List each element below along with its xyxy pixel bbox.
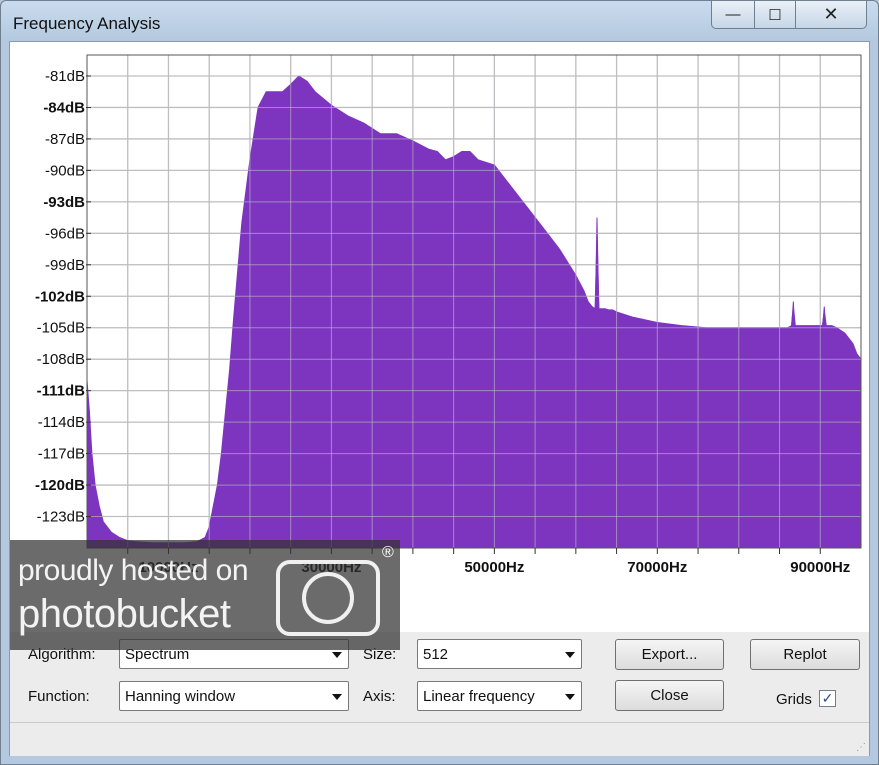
x-tick-label: 70000Hz bbox=[627, 559, 687, 576]
y-tick-label: -111dB bbox=[37, 383, 86, 400]
export-button[interactable]: Export... bbox=[615, 639, 724, 670]
axis-label: Axis: bbox=[363, 688, 396, 705]
registered-mark: ® bbox=[382, 544, 394, 561]
minimize-button[interactable]: — bbox=[711, 1, 755, 29]
y-tick-label: -87dB bbox=[45, 131, 85, 148]
dialog-client-area: -81dB -84dB -87dB -90dB -93dB -96dB -99dB -102d… bbox=[9, 41, 870, 756]
maximize-button[interactable]: ☐ bbox=[754, 1, 796, 29]
y-tick-label: -96dB bbox=[45, 225, 85, 242]
axis-select[interactable]: Linear frequency bbox=[417, 681, 582, 711]
y-tick-label: -120dB bbox=[35, 477, 85, 494]
y-tick-label: -99dB bbox=[45, 257, 85, 274]
photobucket-watermark: proudly hosted on photobucket ® bbox=[10, 540, 400, 650]
watermark-line2: photobucket bbox=[18, 592, 231, 636]
close-window-button[interactable]: ✕ bbox=[795, 1, 867, 29]
y-tick-label: -90dB bbox=[45, 162, 85, 179]
close-button-label: Close bbox=[650, 687, 689, 704]
axis-value: Linear frequency bbox=[423, 688, 535, 705]
y-tick-label: -123dB bbox=[37, 509, 85, 526]
close-button[interactable]: Close bbox=[615, 680, 724, 711]
y-tick-label: -102dB bbox=[35, 288, 85, 305]
y-tick-label: -93dB bbox=[43, 194, 85, 211]
function-select[interactable]: Hanning window bbox=[119, 681, 349, 711]
chevron-down-icon bbox=[332, 694, 342, 700]
status-bar: ⋰ bbox=[10, 722, 869, 756]
x-tick-label: 90000Hz bbox=[790, 559, 850, 576]
y-tick-label: -84dB bbox=[43, 99, 85, 116]
function-label: Function: bbox=[28, 688, 90, 705]
x-tick-label: 50000Hz bbox=[464, 559, 524, 576]
function-value: Hanning window bbox=[125, 688, 236, 705]
y-tick-label: -117dB bbox=[38, 446, 85, 463]
size-value: 512 bbox=[423, 646, 449, 663]
window-title: Frequency Analysis bbox=[13, 14, 161, 33]
y-tick-label: -105dB bbox=[37, 320, 85, 337]
resize-grip-icon[interactable]: ⋰ bbox=[856, 742, 866, 753]
y-tick-label: -108dB bbox=[37, 351, 85, 368]
camera-icon bbox=[276, 560, 380, 636]
chevron-down-icon bbox=[565, 694, 575, 700]
minimize-icon: — bbox=[725, 6, 741, 23]
grids-checkbox[interactable]: ✓ bbox=[819, 690, 836, 707]
title-bar[interactable]: Frequency Analysis — ☐ ✕ bbox=[1, 1, 878, 41]
replot-button-label: Replot bbox=[783, 646, 827, 663]
checkmark-icon: ✓ bbox=[821, 690, 834, 706]
replot-button[interactable]: Replot bbox=[750, 639, 860, 670]
frequency-analysis-window: Frequency Analysis — ☐ ✕ -81dB -84dB -87dB… bbox=[0, 0, 879, 765]
close-icon: ✕ bbox=[823, 4, 839, 24]
watermark-line1: proudly hosted on bbox=[18, 554, 249, 587]
y-tick-label: -81dB bbox=[45, 68, 85, 85]
chevron-down-icon bbox=[332, 652, 342, 658]
maximize-icon: ☐ bbox=[768, 6, 782, 24]
grids-label: Grids bbox=[776, 691, 812, 708]
export-button-label: Export... bbox=[641, 646, 698, 663]
chevron-down-icon bbox=[565, 652, 575, 658]
y-tick-label: -114dB bbox=[38, 414, 85, 431]
size-select[interactable]: 512 bbox=[417, 639, 582, 669]
